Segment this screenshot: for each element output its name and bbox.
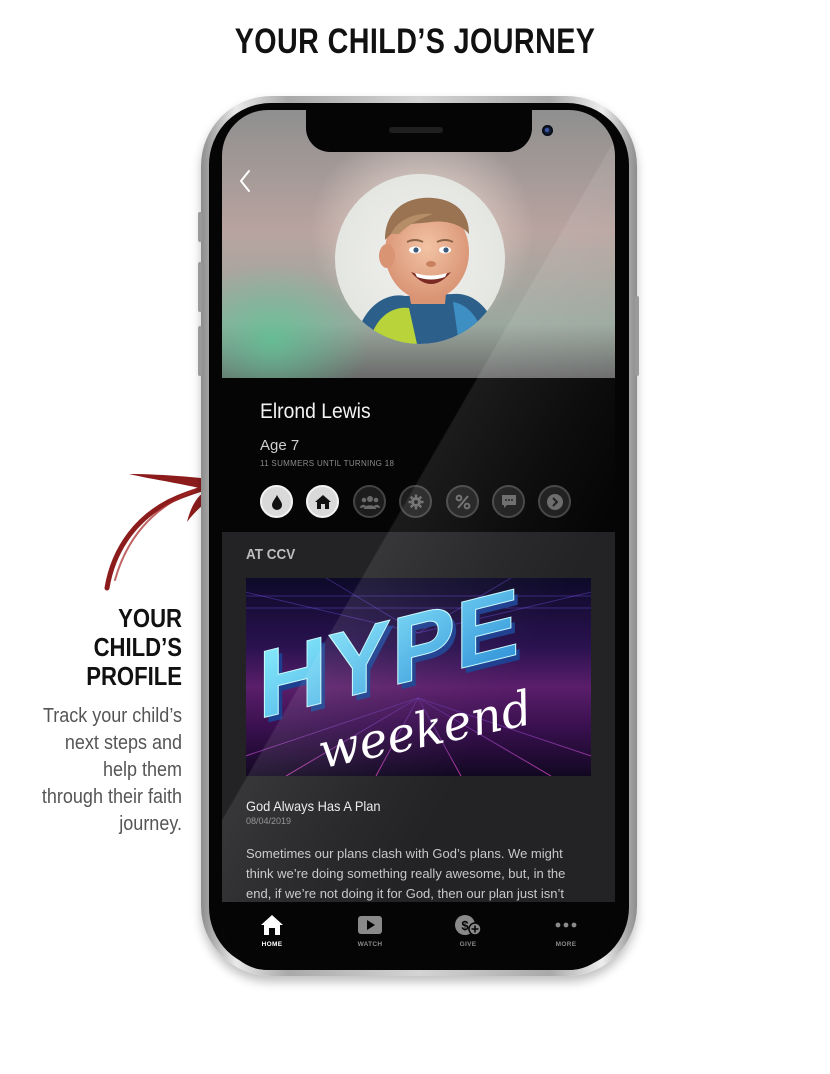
home-icon: [261, 915, 283, 935]
child-age: Age 7: [260, 437, 300, 454]
phone-side-button: [635, 296, 639, 376]
content-excerpt: Sometimes our plans clash with God’s pla…: [246, 846, 566, 901]
tab-watch-label: WATCH: [357, 941, 383, 948]
group-icon: [359, 495, 380, 509]
callout-title-line: CHILD’S: [93, 632, 182, 662]
step-serve-button[interactable]: [399, 485, 432, 518]
step-share-button[interactable]: [492, 485, 525, 518]
church-icon: [314, 494, 331, 509]
callout-title-line: YOUR: [118, 603, 182, 633]
app-screen: Elrond Lewis Age 7 11 SUMMERS UNTIL TURN…: [222, 110, 615, 970]
banner-artwork: HYPE HYPE weekend: [246, 578, 591, 776]
phone-side-button: [198, 212, 202, 242]
step-baptism-button[interactable]: [260, 485, 293, 518]
step-group-button[interactable]: [353, 485, 386, 518]
step-give-button[interactable]: [446, 485, 479, 518]
child-avatar: [335, 174, 505, 344]
content-title[interactable]: God Always Has A Plan: [246, 798, 381, 814]
child-profile-panel: Elrond Lewis Age 7 11 SUMMERS UNTIL TURN…: [222, 378, 615, 532]
child-photo: [355, 197, 500, 344]
front-camera: [542, 125, 553, 136]
hype-weekend-banner[interactable]: HYPE HYPE weekend: [246, 578, 591, 776]
chevron-right-icon: [546, 493, 563, 510]
speaker-grille: [389, 127, 443, 133]
child-name: Elrond Lewis: [260, 400, 371, 423]
percent-icon: [455, 494, 470, 509]
gear-icon: [408, 494, 423, 509]
step-church-button[interactable]: [306, 485, 339, 518]
summers-remaining: 11 SUMMERS UNTIL TURNING 18: [260, 459, 395, 468]
water-drop-icon: [271, 494, 282, 510]
chat-icon: [501, 495, 516, 508]
tab-bar: HOME WATCH $ GIVE MORE: [222, 902, 615, 970]
next-steps-icons: [260, 485, 580, 519]
play-icon: [358, 916, 382, 934]
tab-more[interactable]: MORE: [536, 912, 596, 948]
page-heading: YOUR CHILD’S JOURNEY: [234, 22, 596, 61]
svg-text:$: $: [461, 918, 469, 933]
section-heading: AT CCV: [246, 546, 296, 563]
phone-notch: [306, 110, 553, 152]
more-icon: [555, 922, 577, 928]
tab-watch[interactable]: WATCH: [340, 912, 400, 948]
callout-title-line: PROFILE: [86, 661, 182, 691]
tab-give-label: GIVE: [459, 941, 477, 948]
phone-side-button: [198, 262, 202, 312]
phone-side-button: [198, 326, 202, 376]
tab-home[interactable]: HOME: [242, 912, 302, 948]
tab-more-label: MORE: [555, 941, 577, 948]
callout-description: Track your child’s next steps and help t…: [41, 705, 183, 835]
tab-give[interactable]: $ GIVE: [438, 912, 498, 948]
step-next-button[interactable]: [538, 485, 571, 518]
content-date: 08/04/2019: [246, 816, 292, 826]
back-icon[interactable]: [237, 168, 253, 194]
callout-title: YOUR CHILD’S PROFILE: [55, 603, 182, 691]
give-icon: $: [455, 915, 482, 936]
tab-home-label: HOME: [261, 941, 283, 948]
